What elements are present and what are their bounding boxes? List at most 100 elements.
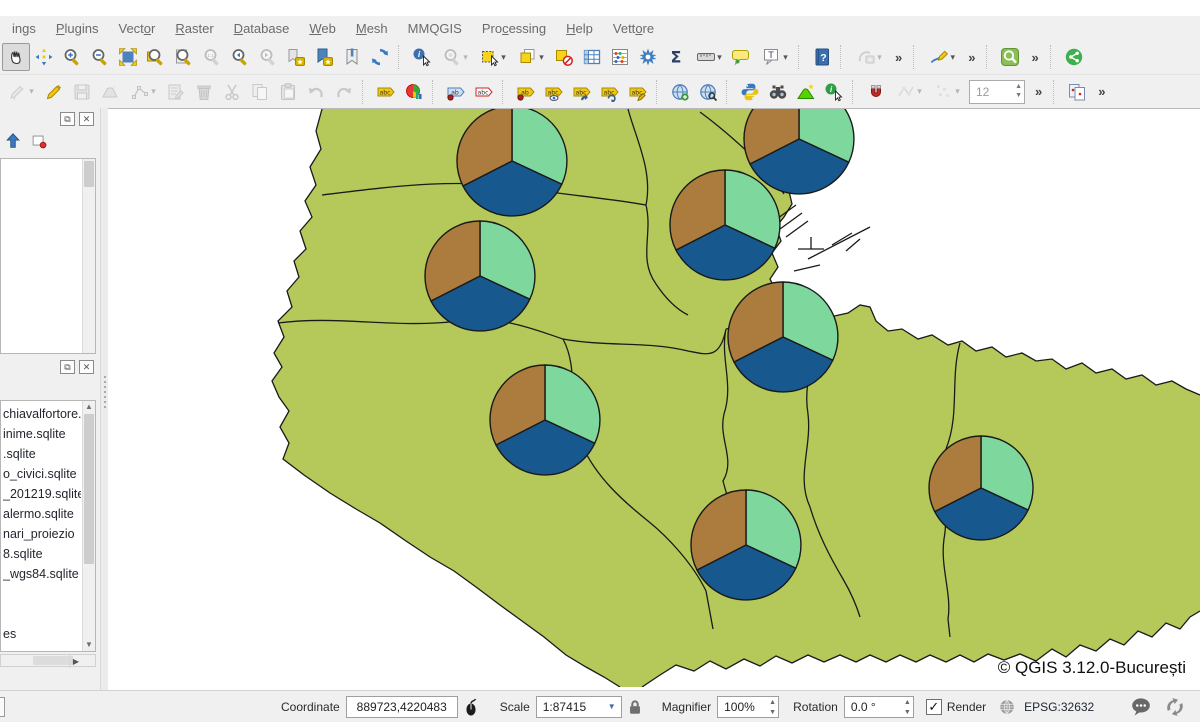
toolbar-overflow-button[interactable]: » bbox=[1024, 50, 1045, 65]
file-list-scrollbar[interactable]: ▲ ▼ bbox=[82, 401, 95, 651]
magnifier-spinbox[interactable]: 100% ▲▼ bbox=[717, 696, 779, 718]
deselect-all-button[interactable] bbox=[550, 43, 578, 71]
panel1-scrollbar[interactable] bbox=[82, 159, 95, 353]
new-spatial-bookmark-button[interactable] bbox=[282, 43, 310, 71]
refresh-map-button[interactable] bbox=[366, 43, 394, 71]
osm-place-search-button[interactable] bbox=[996, 43, 1024, 71]
file-list-hscrollbar[interactable]: ▶ bbox=[0, 654, 96, 667]
pan-map-button[interactable] bbox=[2, 43, 30, 71]
bookmark-manager-button[interactable] bbox=[338, 43, 366, 71]
panel1-list[interactable] bbox=[0, 158, 96, 354]
identify-plus-button[interactable]: i bbox=[820, 78, 848, 106]
identify-features-button[interactable]: i bbox=[408, 43, 436, 71]
menu-database[interactable]: Database bbox=[224, 18, 300, 39]
zoom-last-button[interactable] bbox=[226, 43, 254, 71]
menu-processing[interactable]: Processing bbox=[472, 18, 556, 39]
new-shapefile-layer-button[interactable] bbox=[792, 78, 820, 106]
pan-to-selection-button[interactable] bbox=[30, 43, 58, 71]
toggle-editing-button[interactable] bbox=[40, 78, 68, 106]
layer-diagram-button[interactable] bbox=[400, 78, 428, 106]
coordinate-input[interactable]: 889723,4220483 bbox=[346, 696, 458, 718]
menu-raster[interactable]: Raster bbox=[165, 18, 223, 39]
field-calculator-button[interactable] bbox=[606, 43, 634, 71]
log-messages-icon[interactable] bbox=[1130, 696, 1152, 718]
snapping-tolerance-spinbox[interactable]: 12▲▼ bbox=[969, 80, 1025, 104]
crs-globe-icon[interactable] bbox=[998, 698, 1016, 716]
crs-status[interactable]: EPSG:32632 bbox=[1024, 700, 1094, 714]
python-console-button[interactable] bbox=[736, 78, 764, 106]
map-canvas[interactable]: © QGIS 3.12.0-București bbox=[108, 108, 1200, 690]
file-list-item[interactable]: es bbox=[3, 624, 81, 644]
map-tips-button[interactable] bbox=[728, 43, 756, 71]
scroll-down-arrow[interactable]: ▼ bbox=[83, 639, 95, 651]
menu-vector[interactable]: Vector bbox=[109, 18, 166, 39]
remove-item-button[interactable] bbox=[30, 132, 48, 155]
panel1-float-button[interactable]: ⧉ bbox=[60, 112, 75, 126]
open-attribute-table-button[interactable] bbox=[578, 43, 606, 71]
file-list-item[interactable]: 8.sqlite bbox=[3, 544, 81, 564]
share-layer-button[interactable] bbox=[1060, 43, 1088, 71]
change-label-properties-button[interactable]: abc bbox=[624, 78, 652, 106]
file-list-item[interactable]: _wgs84.sqlite bbox=[3, 564, 81, 584]
file-list[interactable]: chiavalfortore.inime.sqlite.sqliteo_civi… bbox=[0, 400, 96, 652]
file-list-item[interactable]: nari_proiezio bbox=[3, 524, 81, 544]
file-list-item[interactable]: .sqlite bbox=[3, 444, 81, 464]
file-list-item[interactable]: o_civici.sqlite bbox=[3, 464, 81, 484]
toolbar-overflow-button[interactable]: » bbox=[961, 50, 982, 65]
extents-toggle-icon[interactable] bbox=[462, 697, 482, 717]
rotation-spinbox[interactable]: 0.0 ° ▲▼ bbox=[844, 696, 914, 718]
file-list-item[interactable]: inime.sqlite bbox=[3, 424, 81, 444]
zoom-to-layer-button[interactable] bbox=[170, 43, 198, 71]
menu-mesh[interactable]: Mesh bbox=[346, 18, 398, 39]
panel2-float-button[interactable]: ⧉ bbox=[60, 360, 75, 374]
menu-plugins[interactable]: Plugins bbox=[46, 18, 109, 39]
select-by-value-button[interactable]: ▾ bbox=[512, 43, 550, 71]
layer-labeling-button[interactable]: abc bbox=[372, 78, 400, 106]
scale-dropdown-icon[interactable]: ▼ bbox=[605, 699, 619, 715]
menu-ings[interactable]: ings bbox=[2, 18, 46, 39]
panel1-close-button[interactable]: ✕ bbox=[79, 112, 94, 126]
highlight-pinned-labels-button[interactable]: abc bbox=[470, 78, 498, 106]
file-list-item[interactable]: chiavalfortore. bbox=[3, 404, 81, 424]
menu-web[interactable]: Web bbox=[299, 18, 346, 39]
rotate-label-button[interactable]: abc bbox=[596, 78, 624, 106]
scale-lock-icon[interactable] bbox=[626, 698, 644, 716]
news-feed-icon[interactable] bbox=[1164, 696, 1186, 718]
enable-snapping-button[interactable] bbox=[862, 78, 890, 106]
menu-vettore[interactable]: Vettore bbox=[603, 18, 664, 39]
scale-combo[interactable]: 1:87415 ▼ bbox=[536, 696, 622, 718]
render-checkbox[interactable]: ✓ bbox=[926, 699, 942, 715]
toolbar-overflow-button[interactable]: » bbox=[1091, 84, 1112, 99]
toolbar-overflow-button[interactable]: » bbox=[888, 50, 909, 65]
show-statistics-button[interactable]: Σ bbox=[662, 43, 690, 71]
scroll-up-arrow[interactable]: ▲ bbox=[83, 401, 95, 413]
pin-unpin-labels-button[interactable]: ab bbox=[442, 78, 470, 106]
show-hidden-labels-button[interactable]: abc bbox=[540, 78, 568, 106]
locator-box-fragment[interactable] bbox=[0, 697, 5, 717]
file-list-item[interactable]: _201219.sqlite bbox=[3, 484, 81, 504]
scroll-right-arrow[interactable]: ▶ bbox=[69, 655, 82, 668]
file-list-item[interactable]: alermo.sqlite bbox=[3, 504, 81, 524]
metasearch-add-button[interactable] bbox=[666, 78, 694, 106]
text-annotation-button[interactable]: T▾ bbox=[756, 43, 794, 71]
osm-downloader-button[interactable] bbox=[764, 78, 792, 106]
show-bookmarks-button[interactable] bbox=[310, 43, 338, 71]
menu-mmqgis[interactable]: MMQGIS bbox=[398, 18, 472, 39]
copy-paste-style-button[interactable] bbox=[1063, 78, 1091, 106]
measure-line-button[interactable]: ▾ bbox=[690, 43, 728, 71]
zoom-to-selection-button[interactable] bbox=[142, 43, 170, 71]
help-contents-button[interactable]: ? bbox=[808, 43, 836, 71]
zoom-full-extent-button[interactable] bbox=[114, 43, 142, 71]
zoom-in-button[interactable] bbox=[58, 43, 86, 71]
annotation-pen-button[interactable]: ▾ bbox=[923, 43, 961, 71]
pin-label-button[interactable]: ab bbox=[512, 78, 540, 106]
menu-help[interactable]: Help bbox=[556, 18, 603, 39]
toolbar-overflow-button[interactable]: » bbox=[1028, 84, 1049, 99]
dock-splitter[interactable] bbox=[100, 108, 108, 690]
move-label-button[interactable]: abc bbox=[568, 78, 596, 106]
metasearch-button[interactable] bbox=[694, 78, 722, 106]
processing-toolbox-button[interactable] bbox=[634, 43, 662, 71]
move-layer-up-button[interactable] bbox=[4, 132, 22, 155]
panel2-close-button[interactable]: ✕ bbox=[79, 360, 94, 374]
zoom-out-button[interactable] bbox=[86, 43, 114, 71]
